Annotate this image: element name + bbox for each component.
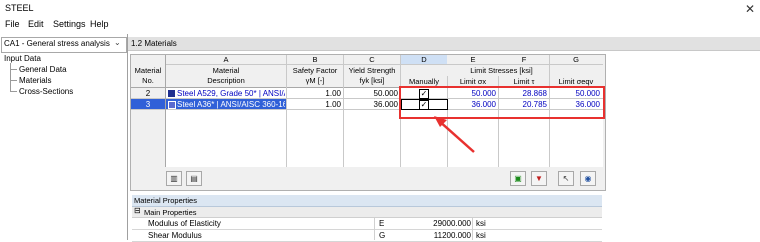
header-yield-symbol: fyk [ksi]: [344, 76, 400, 85]
tree-root-input-data[interactable]: Input Data: [4, 54, 41, 63]
tree-connector: [10, 80, 17, 81]
property-symbol: G: [379, 231, 386, 240]
close-icon[interactable]: ✕: [742, 1, 758, 17]
section-title: 1.2 Materials: [131, 39, 177, 48]
properties-title: Material Properties: [134, 196, 197, 205]
property-symbol: E: [379, 219, 385, 228]
header-manually: Manually: [401, 77, 447, 86]
chevron-down-icon[interactable]: ⌄: [114, 38, 121, 47]
material-color-swatch: [168, 90, 175, 97]
group-main-properties: Main Properties: [144, 208, 197, 217]
header-yield-strength: Yield Strength: [344, 66, 400, 75]
window-title: STEEL: [5, 3, 34, 13]
tree-connector: [10, 63, 11, 92]
case-selector-value: CA1 - General stress analysis o: [4, 39, 112, 48]
header-description: Description: [166, 76, 286, 85]
header-safety-symbol: γM [-]: [287, 76, 343, 85]
table-row[interactable]: Steel A529, Grade 50* | ANSI/A: [177, 89, 285, 98]
yield-strength-cell[interactable]: 36.000: [344, 100, 398, 109]
edit-material-icon[interactable]: ▤: [186, 171, 202, 186]
properties-header: [132, 195, 602, 207]
tree-item-materials[interactable]: Materials: [19, 76, 51, 85]
property-name: Modulus of Elasticity: [148, 219, 221, 228]
properties-group[interactable]: [132, 207, 602, 218]
material-color-swatch: [168, 101, 176, 109]
property-row: [132, 230, 602, 242]
row-number: 3: [145, 100, 151, 109]
property-value[interactable]: 11200.000: [430, 231, 471, 240]
row-number: 2: [145, 89, 151, 98]
header-material-no-2: No.: [131, 76, 165, 85]
section-header: [128, 37, 760, 51]
property-unit: ksi: [476, 219, 486, 228]
yield-strength-cell[interactable]: 50.000: [344, 89, 398, 98]
col-letter-c: C: [344, 55, 400, 64]
col-letter-a: A: [166, 55, 286, 64]
view-icon[interactable]: ◉: [580, 171, 596, 186]
header-limit-sx: Limit σx: [448, 77, 498, 86]
tree-item-cross-sections[interactable]: Cross-Sections: [19, 87, 73, 96]
property-name: Shear Modulus: [148, 231, 202, 240]
header-limit-stresses: Limit Stresses [ksi]: [401, 66, 602, 75]
menu-file[interactable]: File: [5, 19, 20, 29]
grid-line: [166, 64, 603, 65]
pane-divider[interactable]: [127, 34, 128, 240]
header-material: Material: [166, 66, 286, 75]
title-bar: [0, 0, 760, 18]
header-limit-seqv: Limit σeqv: [550, 77, 602, 86]
col-letter-d: D: [401, 55, 447, 64]
grid-line: [472, 218, 473, 240]
menu-edit[interactable]: Edit: [28, 19, 44, 29]
table-row[interactable]: Steel A36* | ANSI/AISC 360-16:: [177, 100, 285, 109]
annotation-arrow-icon: [434, 116, 475, 153]
header-material-no-1: Material: [131, 66, 165, 75]
tree-item-general-data[interactable]: General Data: [19, 65, 67, 74]
col-letter-g: G: [550, 55, 602, 64]
collapse-icon[interactable]: ⊟: [134, 206, 141, 215]
grid-line: [374, 218, 375, 240]
safety-factor-cell[interactable]: 1.00: [287, 100, 341, 109]
tree-connector: [10, 91, 17, 92]
library-icon[interactable]: ▥: [166, 171, 182, 186]
safety-factor-cell[interactable]: 1.00: [287, 89, 341, 98]
menu-bar: [0, 18, 760, 34]
menu-settings[interactable]: Settings: [53, 19, 86, 29]
import-icon[interactable]: ▣: [510, 171, 526, 186]
col-letter-b: B: [287, 55, 343, 64]
menu-help[interactable]: Help: [90, 19, 109, 29]
col-letter-f: F: [499, 55, 549, 64]
header-limit-tau: Limit τ: [499, 77, 549, 86]
header-safety-factor: Safety Factor: [287, 66, 343, 75]
pick-icon[interactable]: ↖: [558, 171, 574, 186]
property-value[interactable]: 29000.000: [430, 219, 471, 228]
property-unit: ksi: [476, 231, 486, 240]
export-icon[interactable]: ▼: [531, 171, 547, 186]
col-letter-e: E: [448, 55, 498, 64]
tree-connector: [10, 69, 17, 70]
